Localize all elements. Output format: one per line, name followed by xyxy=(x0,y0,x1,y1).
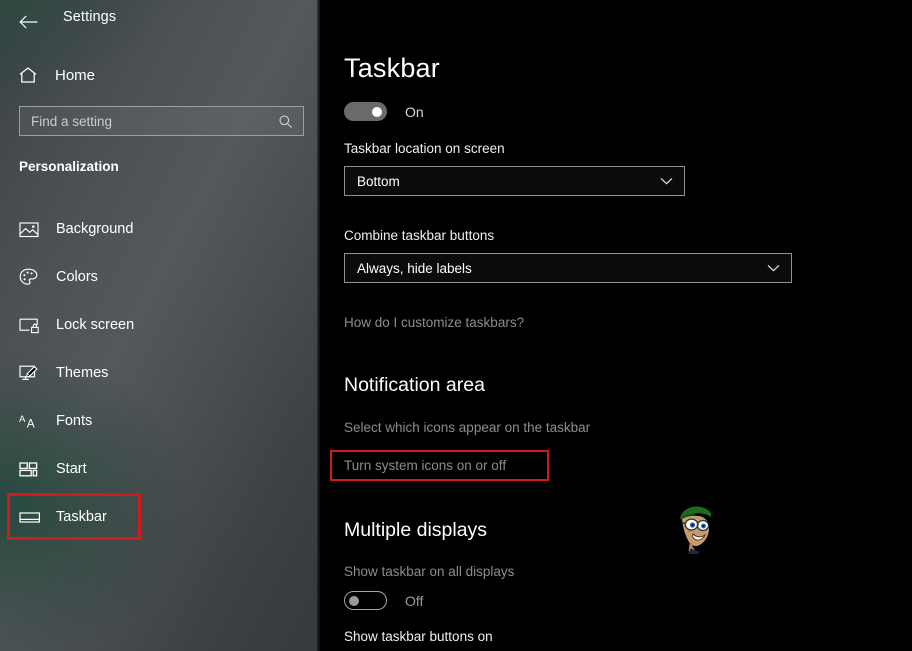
sidebar-item-taskbar[interactable]: Taskbar xyxy=(0,493,320,541)
sidebar-item-lock-screen[interactable]: Lock screen xyxy=(0,301,320,349)
search-input[interactable]: Find a setting xyxy=(19,106,304,136)
sidebar-category-title: Personalization xyxy=(19,159,119,174)
picture-icon xyxy=(19,217,45,241)
sidebar-item-fonts[interactable]: A A Fonts xyxy=(0,397,320,445)
main-content: Taskbar On Taskbar location on screen Bo… xyxy=(320,0,912,651)
sidebar-item-label: Background xyxy=(56,221,134,237)
start-icon xyxy=(19,457,45,481)
notification-area-heading: Notification area xyxy=(344,374,485,396)
themes-icon xyxy=(19,361,45,385)
taskbar-icon xyxy=(19,505,45,529)
chevron-down-icon xyxy=(660,177,673,185)
sidebar-item-label: Start xyxy=(56,461,87,477)
select-icons-link[interactable]: Select which icons appear on the taskbar xyxy=(344,420,590,435)
taskbar-location-value: Bottom xyxy=(357,173,400,189)
show-taskbar-all-displays-label: Show taskbar on all displays xyxy=(344,564,515,579)
turn-system-icons-link[interactable]: Turn system icons on or off xyxy=(344,458,506,473)
show-taskbar-buttons-on-label: Show taskbar buttons on xyxy=(344,629,493,644)
combine-taskbar-buttons-select[interactable]: Always, hide labels xyxy=(344,253,792,283)
sidebar-item-home[interactable]: Home xyxy=(18,61,258,89)
show-all-displays-toggle-row: Off xyxy=(344,591,423,610)
home-label: Home xyxy=(55,66,96,84)
taskbar-location-select[interactable]: Bottom xyxy=(344,166,685,196)
sidebar-item-label: Taskbar xyxy=(56,509,107,525)
sidebar-item-start[interactable]: Start xyxy=(0,445,320,493)
sidebar-item-label: Colors xyxy=(56,269,98,285)
taskbar-toggle-state: On xyxy=(405,103,424,120)
sidebar-item-label: Themes xyxy=(56,365,109,381)
combine-value: Always, hide labels xyxy=(357,260,472,276)
window-title: Settings xyxy=(63,9,117,25)
fonts-icon: A A xyxy=(19,409,45,433)
sidebar-header: Settings xyxy=(0,0,320,46)
taskbar-toggle[interactable] xyxy=(344,102,387,121)
sidebar-item-themes[interactable]: Themes xyxy=(0,349,320,397)
settings-window: Settings Home Find a setting Personaliza… xyxy=(0,0,912,651)
cartoon-watermark-icon xyxy=(669,502,721,554)
sidebar-item-label: Fonts xyxy=(56,413,93,429)
home-icon xyxy=(18,66,44,84)
taskbar-toggle-row: On xyxy=(344,102,424,121)
sidebar-item-background[interactable]: Background xyxy=(0,205,320,253)
show-all-displays-state: Off xyxy=(405,592,424,609)
page-title: Taskbar xyxy=(344,53,440,83)
svg-text:A: A xyxy=(19,414,26,425)
search-placeholder: Find a setting xyxy=(31,113,113,129)
location-label: Taskbar location on screen xyxy=(344,141,505,156)
multiple-displays-heading: Multiple displays xyxy=(344,519,488,541)
customize-taskbars-link[interactable]: How do I customize taskbars? xyxy=(344,315,524,330)
sidebar-nav: Background Colors Lock screen Themes A A… xyxy=(0,205,320,541)
toggle-knob xyxy=(372,106,382,117)
combine-label: Combine taskbar buttons xyxy=(344,228,495,243)
show-taskbar-all-displays-toggle[interactable] xyxy=(344,591,387,610)
sidebar-item-label: Lock screen xyxy=(56,317,135,333)
sidebar: Settings Home Find a setting Personaliza… xyxy=(0,0,320,651)
back-button[interactable] xyxy=(10,5,46,39)
lockscreen-icon xyxy=(19,313,45,337)
svg-text:A: A xyxy=(27,416,35,430)
search-icon xyxy=(278,114,293,129)
toggle-knob xyxy=(349,595,359,606)
sidebar-item-colors[interactable]: Colors xyxy=(0,253,320,301)
chevron-down-icon xyxy=(767,264,780,272)
palette-icon xyxy=(19,265,45,289)
